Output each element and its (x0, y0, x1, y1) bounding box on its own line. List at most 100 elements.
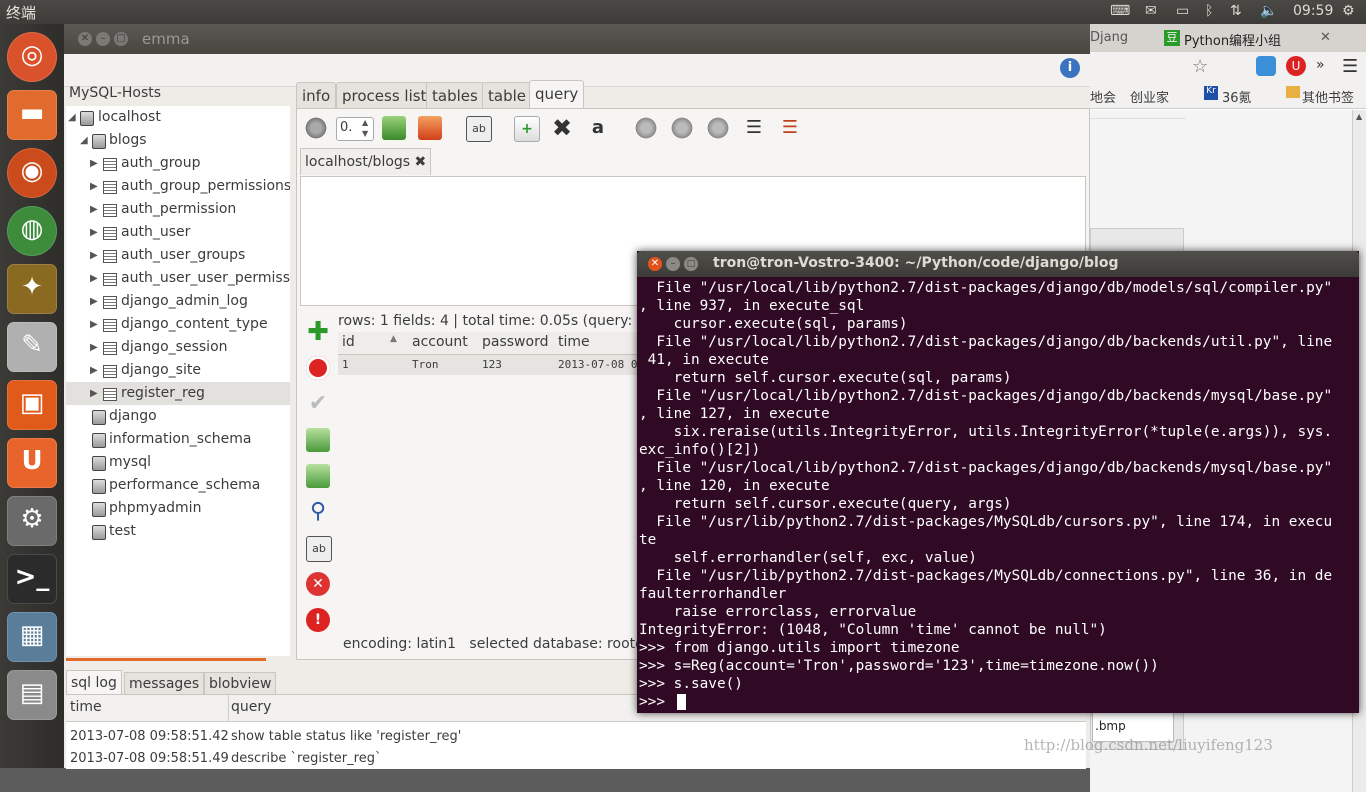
gear-icon[interactable]: ⚙ (1342, 3, 1355, 19)
tab-messages[interactable]: messages (124, 672, 205, 695)
bookmark-item[interactable]: 创业家 (1130, 87, 1169, 106)
app-icon[interactable]: ✦ (7, 264, 57, 314)
tree-table-item[interactable]: ▶ register_reg (66, 382, 290, 405)
stepper-up-icon[interactable]: ▲ (362, 118, 368, 127)
expand-right-icon[interactable]: ▶ (90, 198, 100, 221)
tab-process-list[interactable]: process list (336, 82, 433, 109)
bookmark-item[interactable]: 36氪 (1222, 87, 1252, 106)
expand-right-icon[interactable]: ▶ (90, 313, 100, 336)
tree-table-item[interactable]: ▶ auth_group (66, 152, 290, 175)
folder-icon[interactable] (418, 116, 442, 140)
clock[interactable]: 09:59 (1293, 3, 1333, 19)
col-password[interactable]: password (482, 334, 548, 350)
trash-icon[interactable]: ▤ (7, 670, 57, 720)
firefox-icon[interactable]: ◉ (7, 148, 57, 198)
ubuntu-dash-icon[interactable]: ◎ (7, 32, 57, 82)
warning-icon[interactable]: ! (306, 608, 330, 632)
query-editor-tab[interactable]: localhost/blogs ✖ (300, 148, 432, 175)
expand-right-icon[interactable]: ▶ (90, 267, 100, 290)
battery-icon[interactable]: ▭ (1176, 3, 1189, 19)
tree-database-item[interactable]: mysql (66, 451, 290, 474)
tab-info[interactable]: info (296, 82, 337, 109)
maximize-icon[interactable]: □ (114, 32, 128, 46)
expand-right-icon[interactable]: ▶ (90, 290, 100, 313)
tree-db-blogs[interactable]: ◢ blogs (66, 129, 290, 152)
emma-icon[interactable]: ✎ (7, 322, 57, 372)
minimize-icon[interactable]: – (96, 32, 110, 46)
adblock-icon[interactable]: U (1286, 56, 1306, 76)
ubuntu-one-icon[interactable]: U (7, 438, 57, 488)
tree-table-item[interactable]: ▶ django_session (66, 336, 290, 359)
volume-icon[interactable]: 🔈 (1260, 3, 1277, 19)
more-extensions-icon[interactable]: » (1316, 57, 1325, 73)
mail-icon[interactable]: ✉ (1145, 3, 1157, 19)
gears-icon[interactable] (706, 116, 730, 140)
tab-table[interactable]: table (482, 82, 532, 109)
table-row[interactable]: 1 Tron 123 2013-07-08 01 (338, 355, 644, 375)
bluetooth-icon[interactable]: ᛒ (1205, 3, 1213, 19)
tree-database-item[interactable]: information_schema (66, 428, 290, 451)
search-icon[interactable]: ⚲ (306, 500, 330, 524)
unindent-icon[interactable]: ☰ (778, 116, 802, 140)
maximize-icon[interactable]: □ (684, 257, 698, 271)
tree-table-item[interactable]: ▶ auth_group_permissions (66, 175, 290, 198)
expand-down-icon[interactable]: ◢ (80, 129, 90, 152)
menu-icon[interactable]: ☰ (1342, 56, 1358, 77)
tab-sql-log[interactable]: sql log (66, 670, 122, 695)
files-icon[interactable]: ▬ (7, 90, 57, 140)
export-icon[interactable] (306, 464, 330, 488)
apply-check-icon[interactable]: ✔ (306, 392, 330, 416)
col-account[interactable]: account (412, 334, 468, 350)
tree-table-item[interactable]: ▶ auth_user_groups (66, 244, 290, 267)
download-icon[interactable] (382, 116, 406, 140)
expand-down-icon[interactable]: ◢ (68, 106, 78, 129)
scroll-up-icon[interactable]: ▲ (1356, 112, 1362, 121)
bookmark-star-icon[interactable]: ☆ (1192, 56, 1208, 77)
browser-tab-django[interactable]: Djang (1090, 30, 1128, 45)
limit-stepper[interactable]: 0. ▲ ▼ (336, 117, 374, 141)
tree-host[interactable]: ◢ localhost (66, 106, 290, 129)
minimize-icon[interactable]: – (666, 257, 680, 271)
bookmark-item[interactable]: 地会 (1090, 87, 1116, 106)
error-icon[interactable]: ✕ (306, 572, 330, 596)
format-text-icon[interactable]: ab (466, 116, 492, 142)
gears-icon[interactable] (304, 116, 328, 140)
expand-right-icon[interactable]: ▶ (90, 244, 100, 267)
indent-icon[interactable]: ☰ (742, 116, 766, 140)
software-center-icon[interactable]: ▣ (7, 380, 57, 430)
table-row[interactable]: 2013-07-08 09:58:51.42 show table status… (66, 729, 1086, 749)
expand-right-icon[interactable]: ▶ (90, 382, 100, 405)
tree-table-item[interactable]: ▶ auth_user (66, 221, 290, 244)
tab-tables[interactable]: tables (426, 82, 484, 109)
info-icon[interactable]: i (1060, 58, 1080, 78)
new-file-icon[interactable]: + (514, 116, 540, 142)
log-col-query[interactable]: query (231, 699, 271, 715)
stop-icon[interactable] (306, 356, 330, 380)
tab-query[interactable]: query (529, 80, 585, 109)
tree-table-item[interactable]: ▶ django_admin_log (66, 290, 290, 313)
tree-table-item[interactable]: ▶ django_site (66, 359, 290, 382)
tree-table-item[interactable]: ▶ auth_permission (66, 198, 290, 221)
extension-icon[interactable] (1256, 56, 1276, 76)
rename-icon[interactable]: a (586, 116, 610, 140)
format-text-icon[interactable]: ab (306, 536, 332, 562)
gears-icon[interactable] (670, 116, 694, 140)
tree-database-item[interactable]: phpmyadmin (66, 497, 290, 520)
expand-right-icon[interactable]: ▶ (90, 175, 100, 198)
chrome-icon[interactable]: ◍ (7, 206, 57, 256)
col-time[interactable]: time (558, 334, 590, 350)
tree-database-item[interactable]: test (66, 520, 290, 543)
expand-right-icon[interactable]: ▶ (90, 336, 100, 359)
expand-right-icon[interactable]: ▶ (90, 221, 100, 244)
expand-right-icon[interactable]: ▶ (90, 152, 100, 175)
terminal-output[interactable]: File "/usr/local/lib/python2.7/dist-pack… (639, 279, 1357, 711)
stepper-down-icon[interactable]: ▼ (362, 129, 368, 138)
close-icon[interactable]: ✕ (78, 32, 92, 46)
add-row-icon[interactable]: ✚ (306, 319, 330, 345)
browser-tab-python[interactable]: Python编程小组 (1184, 30, 1281, 49)
table-row[interactable]: 2013-07-08 09:58:51.49 describe `registe… (66, 751, 1086, 769)
tree-database-item[interactable]: django (66, 405, 290, 428)
col-id[interactable]: id (342, 334, 355, 350)
import-icon[interactable] (306, 428, 330, 452)
gears-icon[interactable] (634, 116, 658, 140)
